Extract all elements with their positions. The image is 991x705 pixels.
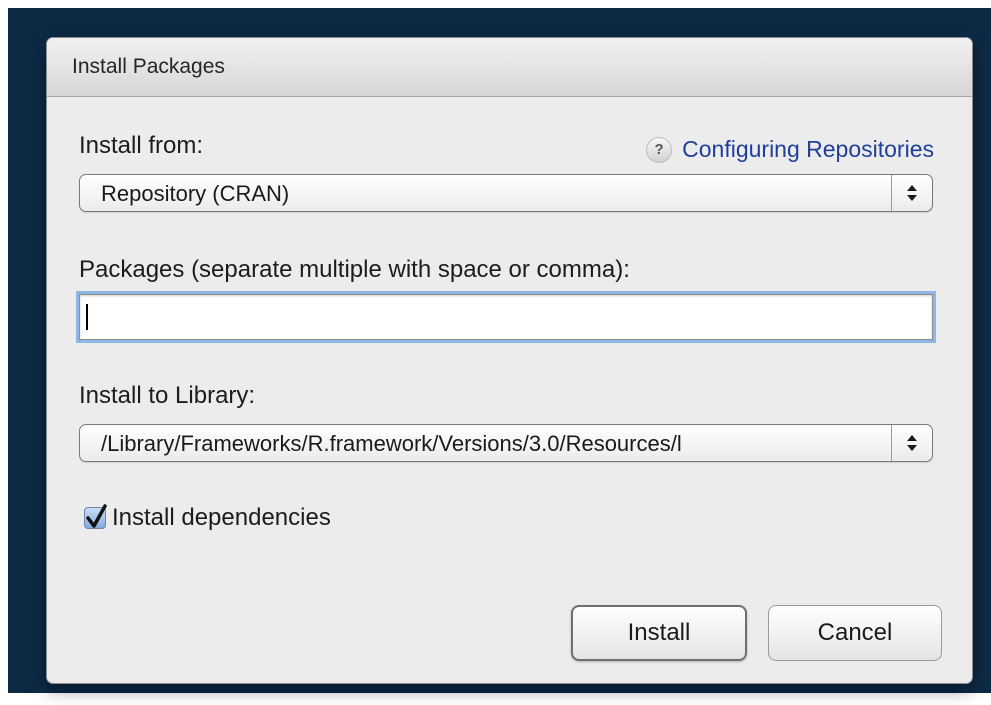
dialog-titlebar: Install Packages (47, 38, 972, 97)
install-dependencies-row[interactable]: Install dependencies (84, 504, 331, 532)
install-to-library-select[interactable]: /Library/Frameworks/R.framework/Versions… (79, 424, 933, 462)
install-from-select[interactable]: Repository (CRAN) (79, 174, 933, 212)
install-dependencies-checkbox[interactable] (84, 504, 107, 529)
help-icon: ? (646, 136, 673, 163)
install-from-selected-value: Repository (CRAN) (101, 181, 290, 206)
dialog-title: Install Packages (72, 55, 225, 78)
packages-label: Packages (separate multiple with space o… (79, 256, 630, 283)
install-to-library-label: Install to Library: (79, 382, 256, 409)
library-selected-value: /Library/Frameworks/R.framework/Versions… (101, 431, 682, 456)
cancel-button[interactable]: Cancel (768, 605, 942, 661)
text-caret (86, 304, 88, 330)
packages-input[interactable] (79, 294, 933, 340)
checkmark-icon (86, 504, 107, 528)
updown-arrows-icon (891, 425, 932, 461)
install-packages-dialog: Install Packages Install from: ? Configu… (47, 38, 972, 683)
install-from-label: Install from: (79, 132, 204, 159)
install-dependencies-label[interactable]: Install dependencies (112, 504, 331, 532)
configuring-repositories-link[interactable]: ? Configuring Repositories (646, 136, 934, 163)
install-button[interactable]: Install (571, 605, 747, 661)
configuring-repositories-link-text[interactable]: Configuring Repositories (682, 136, 934, 163)
updown-arrows-icon (891, 175, 932, 211)
